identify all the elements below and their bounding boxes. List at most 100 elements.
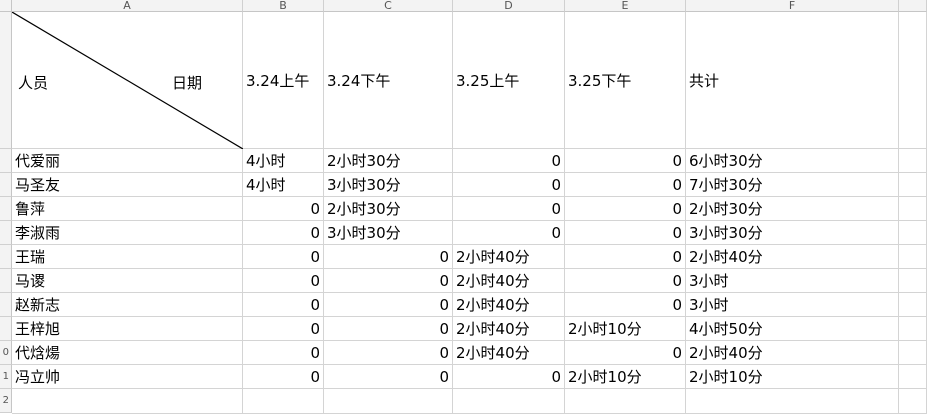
empty-cell[interactable] <box>899 341 927 365</box>
empty-cell[interactable] <box>899 245 927 269</box>
row-header[interactable] <box>0 173 12 197</box>
row-header[interactable]: 2 <box>0 389 12 413</box>
data-cell[interactable]: 0 <box>565 221 686 245</box>
empty-cell[interactable] <box>899 269 927 293</box>
empty-cell[interactable] <box>899 197 927 221</box>
data-cell[interactable]: 2小时10分 <box>565 365 686 389</box>
data-cell[interactable]: 0 <box>565 269 686 293</box>
data-cell[interactable]: 3小时30分 <box>686 221 899 245</box>
header-cell[interactable]: 3.25下午 <box>565 12 686 149</box>
empty-cell[interactable] <box>899 317 927 341</box>
data-cell[interactable]: 2小时30分 <box>686 197 899 221</box>
data-cell[interactable]: 0 <box>565 149 686 173</box>
data-cell[interactable]: 0 <box>565 245 686 269</box>
data-cell[interactable]: 0 <box>243 197 324 221</box>
empty-cell[interactable] <box>899 293 927 317</box>
name-cell[interactable]: 李淑雨 <box>12 221 243 245</box>
data-cell[interactable]: 2小时40分 <box>453 245 565 269</box>
name-cell[interactable]: 马圣友 <box>12 173 243 197</box>
data-cell[interactable]: 0 <box>565 293 686 317</box>
name-cell[interactable]: 冯立帅 <box>12 365 243 389</box>
data-cell[interactable]: 0 <box>453 197 565 221</box>
data-cell[interactable]: 0 <box>453 365 565 389</box>
empty-cell[interactable] <box>899 12 927 149</box>
data-cell[interactable]: 0 <box>243 341 324 365</box>
data-cell[interactable]: 6小时30分 <box>686 149 899 173</box>
column-header-b[interactable]: B <box>243 0 324 12</box>
data-cell[interactable]: 0 <box>565 341 686 365</box>
data-cell[interactable]: 0 <box>243 245 324 269</box>
data-cell[interactable]: 0 <box>324 365 453 389</box>
data-cell[interactable]: 3小时 <box>686 293 899 317</box>
empty-cell[interactable] <box>12 389 243 414</box>
name-cell[interactable]: 代焓煬 <box>12 341 243 365</box>
name-cell[interactable]: 王瑞 <box>12 245 243 269</box>
data-cell[interactable]: 3小时 <box>686 269 899 293</box>
column-header-d[interactable]: D <box>453 0 565 12</box>
column-header-empty[interactable] <box>899 0 927 12</box>
data-cell[interactable]: 2小时40分 <box>686 245 899 269</box>
empty-cell[interactable] <box>899 389 927 414</box>
empty-cell[interactable] <box>243 389 324 414</box>
select-all-corner[interactable] <box>0 0 12 12</box>
column-header-e[interactable]: E <box>565 0 686 12</box>
name-cell[interactable]: 鲁萍 <box>12 197 243 221</box>
data-cell[interactable]: 0 <box>324 317 453 341</box>
data-cell[interactable]: 2小时40分 <box>453 317 565 341</box>
data-cell[interactable]: 0 <box>243 293 324 317</box>
data-cell[interactable]: 0 <box>243 317 324 341</box>
data-cell[interactable]: 2小时30分 <box>324 197 453 221</box>
data-cell[interactable]: 0 <box>453 173 565 197</box>
row-header[interactable] <box>0 197 12 221</box>
data-cell[interactable]: 2小时40分 <box>453 269 565 293</box>
data-cell[interactable]: 0 <box>324 293 453 317</box>
header-cell[interactable]: 3.25上午 <box>453 12 565 149</box>
row-header[interactable] <box>0 269 12 293</box>
data-cell[interactable]: 7小时30分 <box>686 173 899 197</box>
header-cell[interactable]: 共计 <box>686 12 899 149</box>
data-cell[interactable]: 2小时40分 <box>686 341 899 365</box>
header-cell[interactable]: 3.24上午 <box>243 12 324 149</box>
data-cell[interactable]: 0 <box>324 269 453 293</box>
data-cell[interactable]: 2小时40分 <box>453 341 565 365</box>
empty-cell[interactable] <box>899 365 927 389</box>
data-cell[interactable]: 0 <box>565 197 686 221</box>
row-header[interactable]: 0 <box>0 341 12 365</box>
data-cell[interactable]: 0 <box>243 269 324 293</box>
column-header-f[interactable]: F <box>686 0 899 12</box>
data-cell[interactable]: 2小时40分 <box>453 293 565 317</box>
data-cell[interactable]: 0 <box>324 341 453 365</box>
data-cell[interactable]: 2小时30分 <box>324 149 453 173</box>
empty-cell[interactable] <box>565 389 686 414</box>
data-cell[interactable]: 0 <box>243 221 324 245</box>
row-header[interactable]: 1 <box>0 365 12 389</box>
empty-cell[interactable] <box>324 389 453 414</box>
name-cell[interactable]: 王梓旭 <box>12 317 243 341</box>
data-cell[interactable]: 0 <box>453 221 565 245</box>
data-cell[interactable]: 0 <box>453 149 565 173</box>
column-header-c[interactable]: C <box>324 0 453 12</box>
empty-cell[interactable] <box>899 149 927 173</box>
data-cell[interactable]: 2小时10分 <box>565 317 686 341</box>
empty-cell[interactable] <box>453 389 565 414</box>
data-cell[interactable]: 4小时50分 <box>686 317 899 341</box>
name-cell[interactable]: 马谡 <box>12 269 243 293</box>
name-cell[interactable]: 赵新志 <box>12 293 243 317</box>
data-cell[interactable]: 2小时10分 <box>686 365 899 389</box>
data-cell[interactable]: 0 <box>243 365 324 389</box>
column-header-a[interactable]: A <box>12 0 243 12</box>
row-header[interactable] <box>0 12 12 149</box>
empty-cell[interactable] <box>899 221 927 245</box>
empty-cell[interactable] <box>686 389 899 414</box>
row-header[interactable] <box>0 221 12 245</box>
data-cell[interactable]: 4小时 <box>243 173 324 197</box>
data-cell[interactable]: 3小时30分 <box>324 173 453 197</box>
data-cell[interactable]: 4小时 <box>243 149 324 173</box>
empty-cell[interactable] <box>899 173 927 197</box>
data-cell[interactable]: 0 <box>324 245 453 269</box>
header-cell[interactable]: 3.24下午 <box>324 12 453 149</box>
row-header[interactable] <box>0 317 12 341</box>
row-header[interactable] <box>0 149 12 173</box>
row-header[interactable] <box>0 293 12 317</box>
data-cell[interactable]: 0 <box>565 173 686 197</box>
